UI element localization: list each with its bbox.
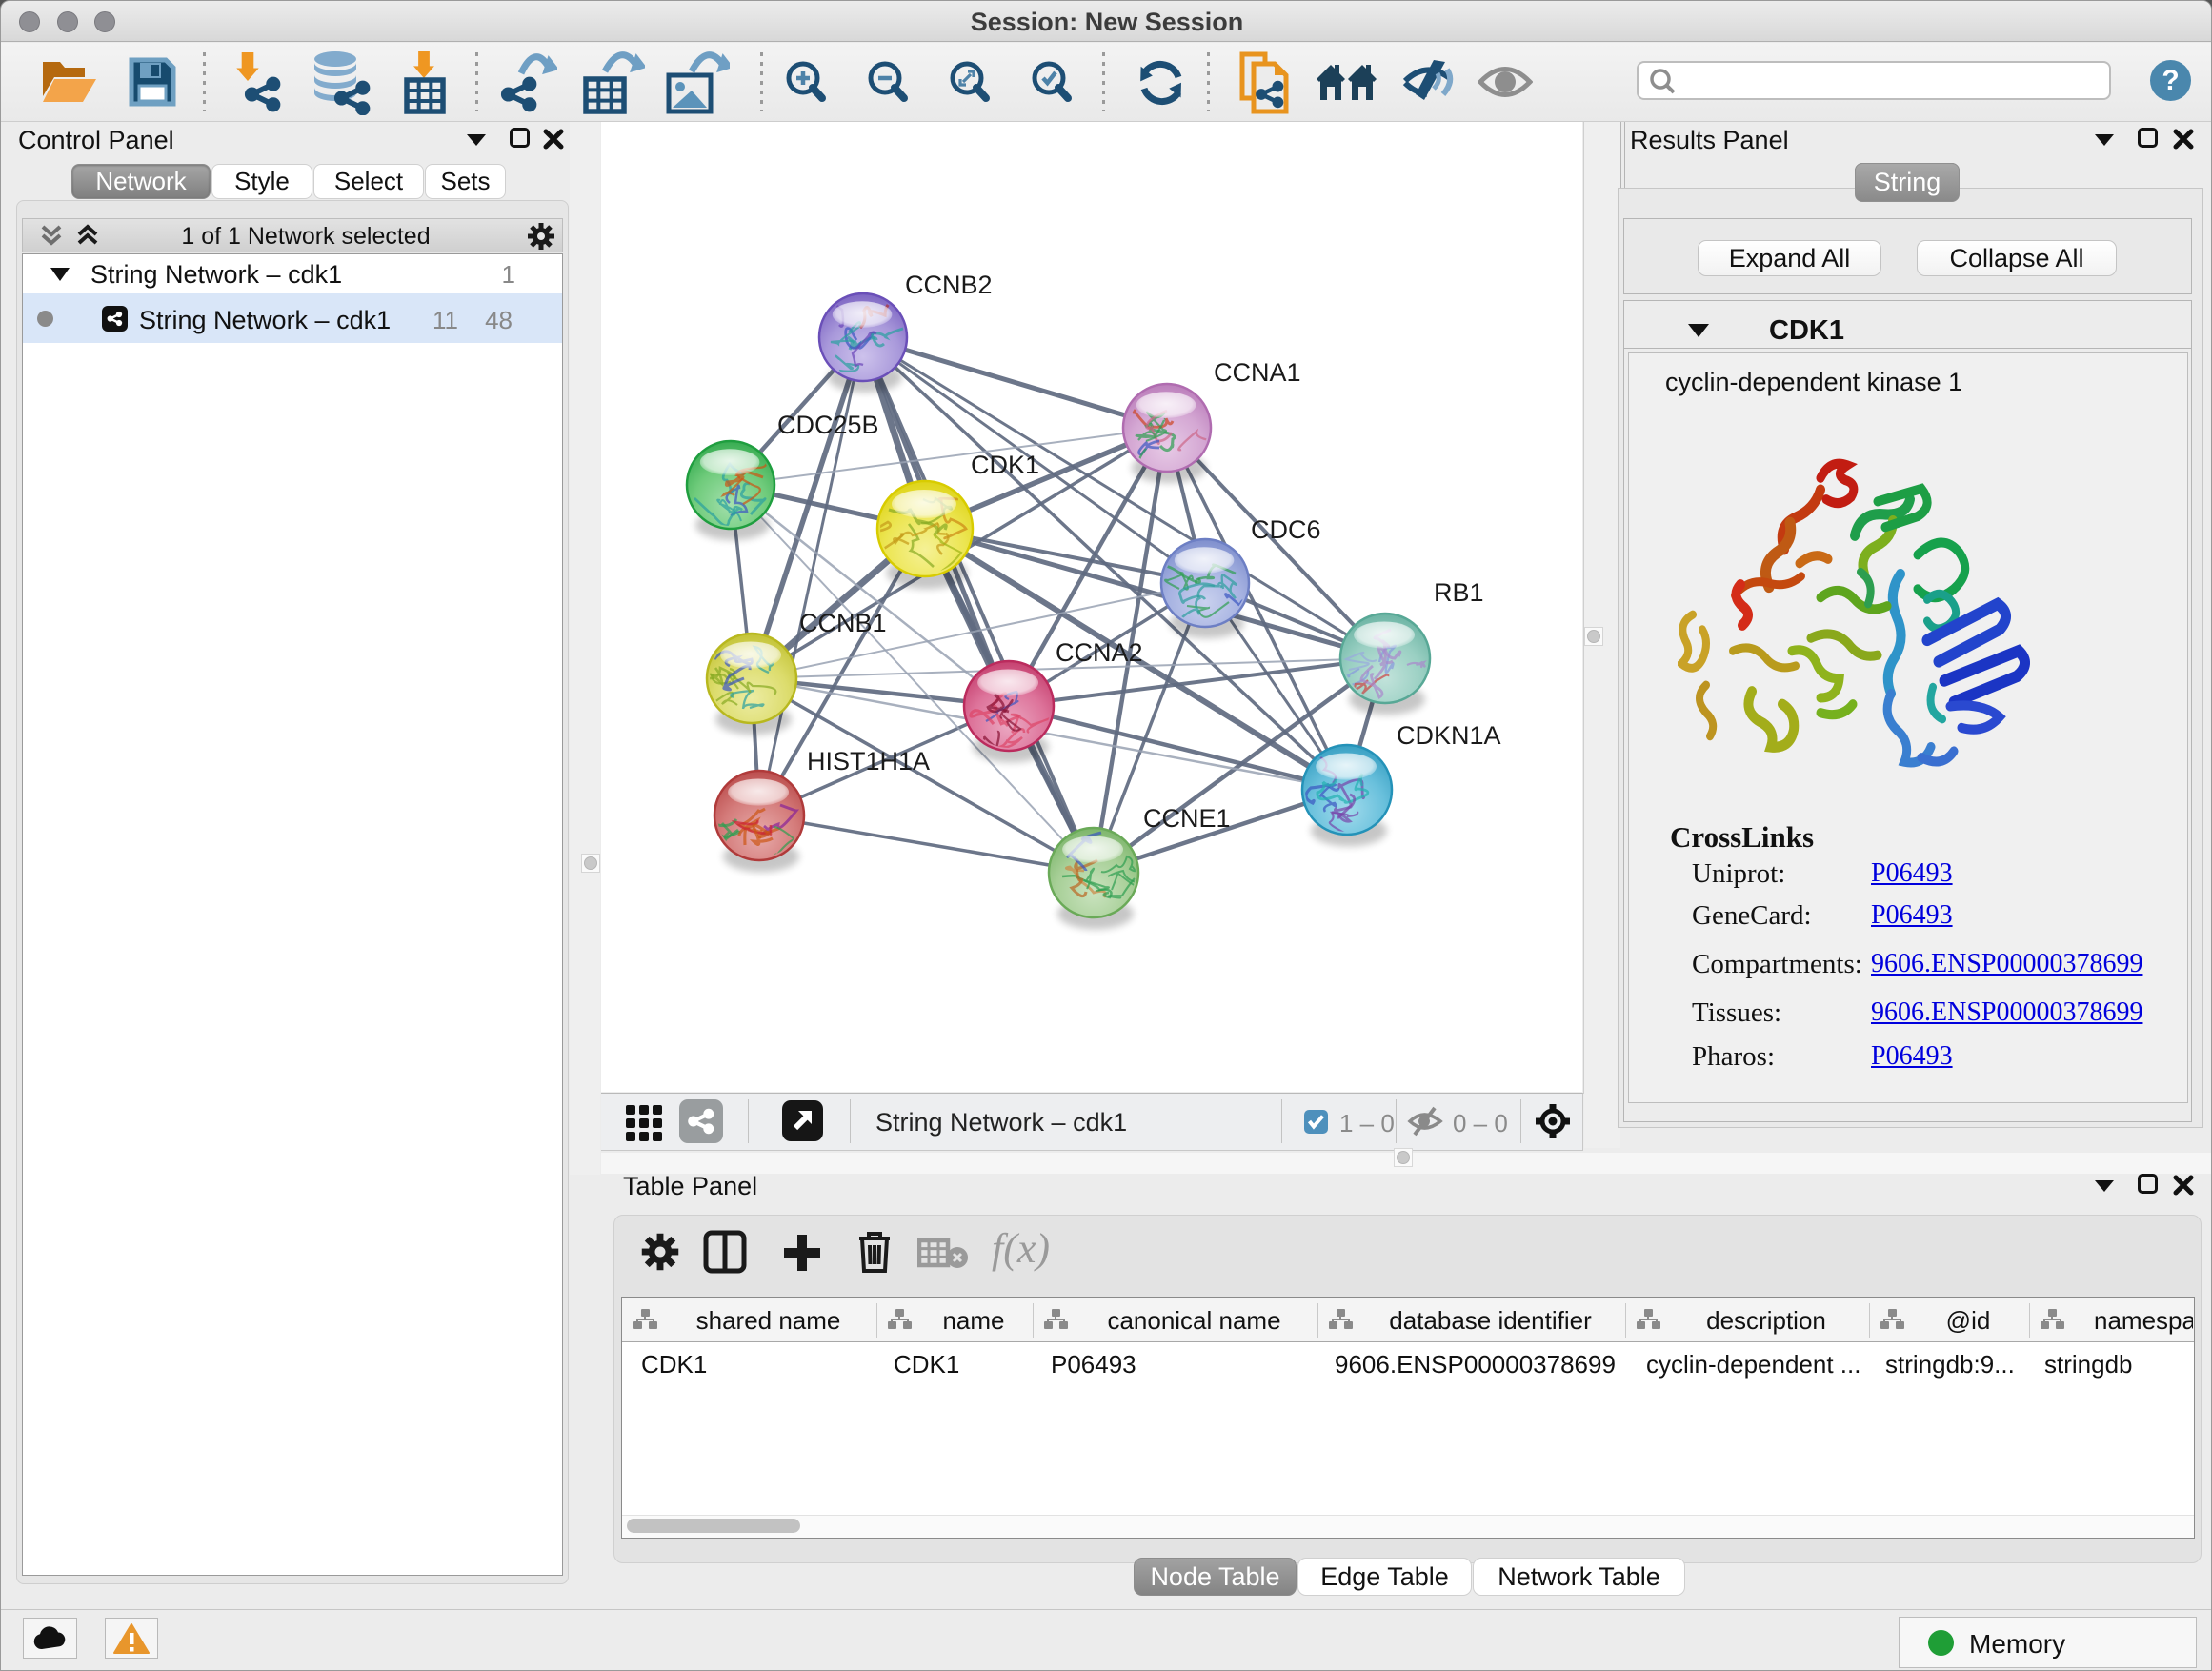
svg-text:CCNE1: CCNE1 xyxy=(1143,804,1231,833)
svg-text:CCNA1: CCNA1 xyxy=(1214,358,1301,387)
svg-text:HIST1H1A: HIST1H1A xyxy=(807,747,930,775)
svg-text:RB1: RB1 xyxy=(1434,578,1484,607)
svg-text:CDC6: CDC6 xyxy=(1251,515,1321,544)
svg-text:CCNB1: CCNB1 xyxy=(799,609,887,637)
svg-text:CCNB2: CCNB2 xyxy=(905,271,993,299)
svg-text:CDKN1A: CDKN1A xyxy=(1397,721,1501,750)
svg-text:CDK1: CDK1 xyxy=(971,451,1039,479)
svg-text:CCNA2: CCNA2 xyxy=(1056,638,1143,667)
svg-text:CDC25B: CDC25B xyxy=(777,411,879,439)
